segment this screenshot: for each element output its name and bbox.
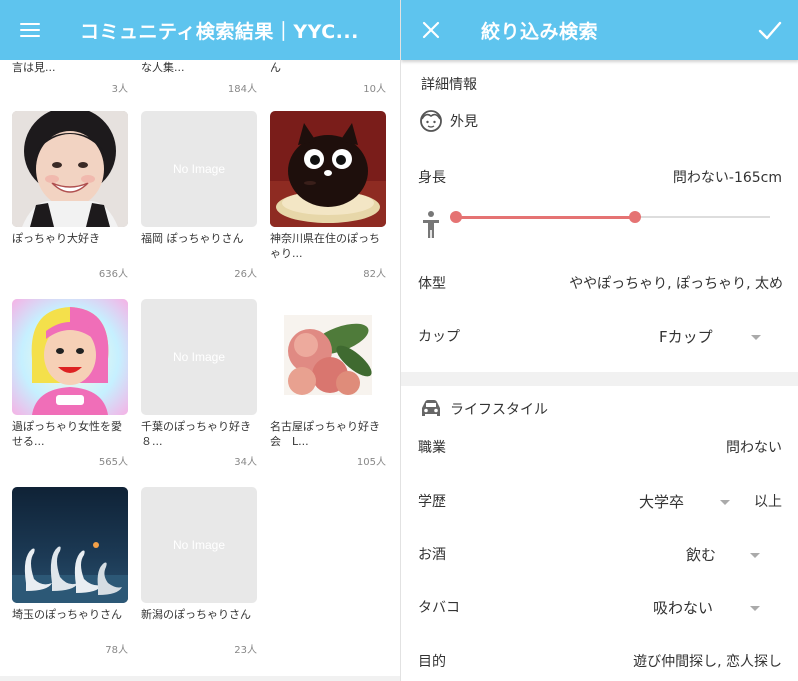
community-name: 新潟のぽっちゃりさん: [141, 608, 251, 621]
swans-thumbnail: [12, 487, 128, 603]
apply-button[interactable]: [755, 16, 785, 44]
community-name: 言は見...: [12, 61, 56, 74]
education-label: 学歴: [418, 494, 446, 510]
community-card[interactable]: 名古屋ぽっちゃり好き会 L... 105人: [270, 299, 386, 479]
height-value: 問わない-165cm: [672, 170, 782, 186]
community-name: 千葉のぽっちゃり好き ８...: [141, 420, 262, 448]
peaches-thumbnail: [270, 299, 386, 415]
height-row[interactable]: 身長 問わない-165cm: [401, 167, 798, 197]
member-count: 3人: [111, 84, 128, 95]
chevron-down-icon: [750, 606, 760, 611]
occupation-value: 問わない: [726, 440, 782, 456]
partial-row: 言は見... 3人 な人集... 184人 ん 10人: [0, 60, 400, 95]
member-count: 10人: [363, 84, 386, 95]
occupation-label: 職業: [418, 440, 446, 456]
member-count: 23人: [234, 645, 257, 656]
purpose-label: 目的: [418, 654, 446, 670]
community-card[interactable]: 埼玉のぽっちゃりさん 78人: [12, 487, 128, 667]
education-suffix: 以上: [754, 494, 782, 510]
community-name: な人集...: [141, 61, 185, 74]
drinking-label: お酒: [418, 547, 446, 563]
smoking-label: タバコ: [418, 600, 460, 616]
no-image-placeholder: No Image: [141, 487, 257, 603]
member-count: 78人: [105, 645, 128, 656]
body-type-row[interactable]: 体型 ややぽっちゃり, ぽっちゃり, 太め: [401, 273, 798, 303]
community-card[interactable]: No Image 千葉のぽっちゃり好き ８... 34人: [141, 299, 262, 479]
body-type-value: ややぽっちゃり, ぽっちゃり, 太め: [569, 276, 783, 292]
cake-cat-thumbnail: [270, 111, 386, 227]
no-image-placeholder: No Image: [141, 299, 257, 415]
member-count: 34人: [234, 457, 257, 468]
community-name: 過ぽっちゃり女性を愛せる...: [12, 420, 122, 448]
app-bar: 絞り込み検索: [401, 0, 798, 60]
section-divider: [401, 372, 798, 386]
section-detail-heading: 詳細情報: [421, 77, 477, 93]
chevron-down-icon: [750, 553, 760, 558]
page-title: 絞り込み検索: [481, 21, 599, 43]
chevron-down-icon: [720, 500, 730, 505]
drinking-row: お酒 飲む: [401, 544, 798, 574]
community-name: 神奈川県在住のぽっちゃり...: [270, 232, 380, 260]
lifestyle-label: ライフスタイル: [450, 402, 548, 418]
member-count: 565人: [98, 457, 128, 468]
community-name: ぽっちゃり大好き: [12, 232, 100, 245]
appearance-label: 外見: [450, 114, 478, 130]
community-card[interactable]: 過ぽっちゃり女性を愛せる... 565人: [12, 299, 128, 479]
purpose-row[interactable]: 目的 遊び仲間探し, 恋人探し: [401, 651, 798, 681]
filter-search-screen: 絞り込み検索 詳細情報 外見 身長 問わない-165cm 体型 ややぽっちゃり,…: [400, 0, 798, 681]
purpose-value: 遊び仲間探し, 恋人探し: [633, 654, 782, 670]
height-label: 身長: [418, 170, 446, 186]
slider-fill: [456, 216, 635, 219]
list-item[interactable]: な人集... 184人: [141, 60, 257, 95]
slider-min-handle[interactable]: [450, 211, 462, 223]
lifestyle-heading: ライフスタイル: [418, 396, 548, 422]
community-results-screen: コミュニティ検索結果｜YYC... 言は見... 3人 な人集... 184人 …: [0, 0, 400, 681]
appearance-heading: 外見: [418, 108, 478, 134]
photo-woman-thumbnail: [12, 111, 128, 227]
close-button[interactable]: [417, 16, 445, 44]
cup-row: カップ Fカップ: [401, 326, 798, 356]
community-name: 名古屋ぽっちゃり好き会 L...: [270, 420, 380, 448]
list-item[interactable]: 言は見... 3人: [12, 60, 128, 95]
member-count: 184人: [227, 84, 257, 95]
chevron-down-icon: [751, 335, 761, 340]
community-card[interactable]: 神奈川県在住のぽっちゃり... 82人: [270, 111, 386, 291]
person-icon: [423, 211, 439, 238]
community-card[interactable]: ぽっちゃり大好き 636人: [12, 111, 128, 291]
close-icon: [422, 21, 440, 39]
no-image-placeholder: No Image: [141, 111, 257, 227]
face-icon: [420, 110, 442, 132]
height-range-slider[interactable]: [418, 200, 782, 238]
slider-max-handle[interactable]: [628, 211, 641, 223]
member-count: 26人: [234, 269, 257, 280]
member-count: 105人: [356, 457, 386, 468]
cartoon-woman-thumbnail: [12, 299, 128, 415]
cup-select[interactable]: Fカップ: [659, 326, 713, 348]
member-count: 636人: [98, 269, 128, 280]
check-icon: [758, 21, 782, 40]
occupation-row[interactable]: 職業 問わない: [401, 437, 798, 467]
menu-button[interactable]: [0, 0, 60, 60]
member-count: 82人: [363, 269, 386, 280]
smoking-select[interactable]: 吸わない: [653, 597, 713, 619]
drinking-select[interactable]: 飲む: [686, 544, 716, 566]
page-title: コミュニティ検索結果｜YYC...: [80, 20, 359, 43]
car-icon: [422, 400, 440, 416]
body-type-label: 体型: [418, 276, 446, 292]
community-card[interactable]: No Image 福岡 ぽっちゃりさん 26人: [141, 111, 257, 291]
app-bar: コミュニティ検索結果｜YYC...: [0, 0, 400, 60]
list-item[interactable]: ん 10人: [270, 60, 386, 95]
footer-divider: [0, 676, 400, 681]
cup-label: カップ: [418, 329, 460, 345]
education-row: 学歴 大学卒 以上: [401, 491, 798, 521]
education-select[interactable]: 大学卒: [639, 491, 684, 513]
community-name: ん: [270, 61, 281, 74]
smoking-row: タバコ 吸わない: [401, 597, 798, 627]
hamburger-icon: [20, 23, 40, 37]
community-name: 埼玉のぽっちゃりさん: [12, 608, 122, 621]
community-card[interactable]: No Image 新潟のぽっちゃりさん 23人: [141, 487, 257, 667]
community-name: 福岡 ぽっちゃりさん: [141, 232, 244, 245]
